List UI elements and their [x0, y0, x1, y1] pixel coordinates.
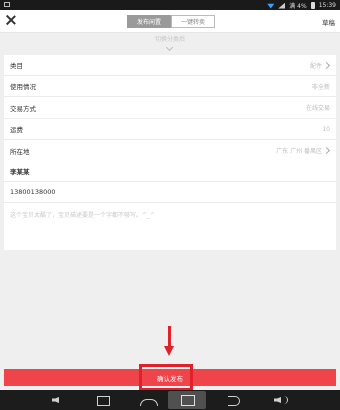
- description-textarea[interactable]: 这个宝贝太酷了，宝贝描述要是一个字都不够写。^_^: [4, 203, 336, 250]
- row-trade-method[interactable]: 交易方式 在线交易: [4, 97, 336, 118]
- mode-tabs: 发布闲置 一键转卖: [127, 15, 215, 28]
- shipping-card: 运费 10 所在地 广东 广州 番禺区: [4, 119, 336, 161]
- screenshot-icon[interactable]: [168, 391, 206, 409]
- navigation-bar: [0, 390, 340, 410]
- signal-icon: [278, 2, 286, 9]
- contact-name-field[interactable]: 李某某: [4, 161, 336, 182]
- recents-icon[interactable]: [96, 394, 110, 406]
- volume-up-icon[interactable]: [274, 394, 288, 406]
- chevron-down-icon[interactable]: [165, 43, 174, 52]
- row-usage[interactable]: 使用情况 非全新: [4, 76, 336, 97]
- chevron-right-icon: [322, 61, 331, 69]
- battery-text: 满 4%: [289, 3, 307, 10]
- chevron-right-icon: [322, 146, 331, 155]
- draft-button[interactable]: 草稿: [322, 17, 335, 27]
- home-icon[interactable]: [140, 394, 158, 406]
- contact-card: 李某某 13800138000 这个宝贝太酷了，宝贝描述要是一个字都不够写。^_…: [4, 161, 336, 250]
- row-value: 在线交易: [305, 105, 330, 112]
- tab-one-click-resell[interactable]: 一键转卖: [171, 15, 215, 28]
- contact-phone-field[interactable]: 13800138000: [4, 182, 336, 203]
- category-hint: 切换分类后: [154, 36, 185, 43]
- row-label: 类目: [10, 62, 23, 70]
- tab-publish-idle[interactable]: 发布闲置: [127, 15, 171, 28]
- clock: 15:39: [318, 2, 336, 9]
- arrow-down-icon: [164, 326, 174, 358]
- status-bar: 满 4% 15:39: [0, 0, 340, 10]
- row-value: 10: [322, 125, 330, 133]
- row-label: 使用情况: [10, 83, 36, 91]
- close-icon[interactable]: [6, 15, 16, 25]
- row-location[interactable]: 所在地 广东 广州 番禺区: [4, 140, 336, 161]
- back-icon[interactable]: [226, 394, 242, 406]
- row-value: 广东 广州 番禺区: [276, 148, 322, 155]
- volume-down-icon[interactable]: [52, 394, 66, 406]
- row-value: 非全新: [311, 83, 330, 91]
- row-category[interactable]: 类目 配件: [4, 55, 336, 76]
- notification-icon: [4, 2, 10, 7]
- item-info-card: 类目 配件 使用情况 非全新 交易方式 在线交易: [4, 55, 336, 118]
- title-bar: 发布闲置 一键转卖 草稿: [0, 10, 340, 33]
- row-value: 配件: [309, 62, 322, 70]
- highlight-box: [139, 364, 193, 391]
- wifi-icon: [267, 3, 275, 9]
- battery-icon: [310, 2, 315, 9]
- row-label: 交易方式: [10, 104, 36, 113]
- row-label: 所在地: [10, 147, 30, 156]
- row-shipping-fee[interactable]: 运费 10: [4, 119, 336, 140]
- status-icons: 满 4% 15:39: [267, 1, 336, 10]
- row-label: 运费: [10, 126, 23, 134]
